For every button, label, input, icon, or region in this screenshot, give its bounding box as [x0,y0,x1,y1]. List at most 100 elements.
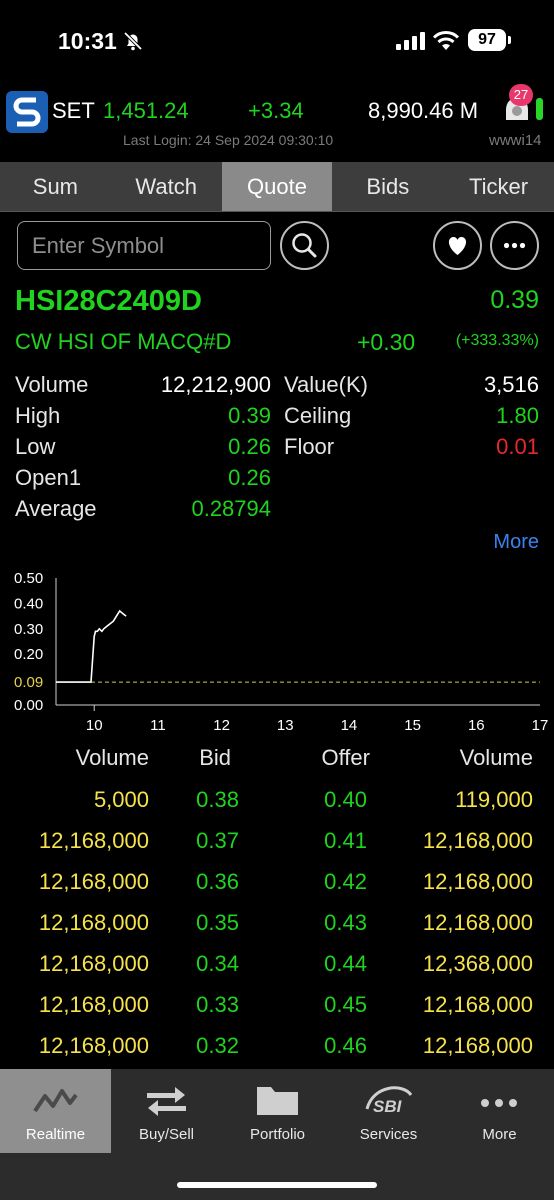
sbi-logo-icon: SBI [365,1086,413,1116]
chart-x-tick-label: 10 [86,717,103,734]
bid-volume-cell: 5,000 [93,787,149,812]
search-button[interactable] [280,221,329,270]
bid-volume-cell: 12,168,000 [38,951,149,976]
low-value: 0.26 [228,434,271,459]
bid-volume-cell: 12,168,000 [38,828,149,853]
nav-more[interactable]: More [444,1069,554,1153]
offer-price-cell: 0.45 [324,992,367,1017]
heart-icon [448,236,467,255]
open1-label: Open1 [15,465,82,490]
bid-price-cell: 0.34 [196,951,239,976]
low-label: Low [15,434,56,459]
connection-status-indicator [536,98,543,120]
nav-portfolio[interactable]: Portfolio [222,1069,333,1153]
value-amount: 3,516 [483,372,539,397]
offer-volume-cell: 12,168,000 [422,910,533,935]
offer-volume-cell: 119,000 [455,787,533,812]
nav-realtime[interactable]: Realtime [0,1069,111,1153]
more-options-button[interactable] [490,221,539,270]
offer-price-cell: 0.40 [324,787,367,812]
status-time: 10:31 [58,28,117,54]
bids-row[interactable]: 12,168,000 0.34 0.44 12,368,000 [0,943,554,983]
chart-x-tick-label: 11 [150,717,166,734]
bids-row[interactable]: 12,168,000 0.37 0.41 12,168,000 [0,820,554,860]
chart-price-line [56,609,127,683]
chart-y-tick-label: 0.30 [14,621,43,638]
chart-x-tick-label: 13 [277,717,294,734]
notification-badge: 27 [509,84,533,106]
chart-y-tick-label: 0.00 [14,697,43,714]
tab-ticker[interactable]: Ticker [443,162,554,211]
bid-volume-header: Volume [75,745,149,770]
home-indicator [177,1182,377,1188]
symbol-name: CW HSI OF MACQ#D [15,329,232,354]
bid-price-cell: 0.33 [196,992,239,1017]
tab-bids[interactable]: Bids [332,162,443,211]
set-logo-icon[interactable] [6,91,48,133]
bid-price-cell: 0.37 [196,828,239,853]
last-login: Last Login: 24 Sep 2024 09:30:10 [123,132,334,148]
offer-price-cell: 0.43 [324,910,367,935]
offer-price-cell: 0.44 [324,951,367,976]
nav-services-label: Services [359,1126,418,1143]
offer-volume-header: Volume [459,745,533,770]
chart-y-tick-label: 0.20 [14,646,43,663]
chart-y-tick-label: 0.09 [14,674,43,691]
floor-label: Floor [284,434,335,459]
bid-price-cell: 0.35 [196,910,239,935]
chart-x-tick-label: 16 [468,717,485,734]
tab-bar: Sum Watch Quote Bids Ticker [0,162,554,212]
index-value: 1,451.24 [103,98,189,123]
open1-value: 0.26 [228,465,271,490]
bids-row[interactable]: 12,168,000 0.35 0.43 12,168,000 [0,902,554,942]
high-label: High [15,403,61,428]
value-label: Value(K) [284,372,368,397]
bids-row[interactable]: 12,168,000 0.32 0.46 12,168,000 [0,1025,554,1065]
bell-off-icon [123,31,143,51]
realtime-chart-icon [33,1089,78,1113]
ceiling-value: 1.80 [496,403,539,428]
bids-table-header: Volume Bid Offer Volume [0,745,554,777]
bid-volume-cell: 12,168,000 [38,910,149,935]
nav-portfolio-label: Portfolio [249,1126,306,1143]
volume-value: 12,212,900 [160,372,271,397]
bid-volume-cell: 12,168,000 [38,1033,149,1058]
offer-volume-cell: 12,368,000 [422,951,533,976]
symbol-search-input[interactable] [17,221,271,270]
average-value: 0.28794 [191,496,271,521]
bids-row[interactable]: 12,168,000 0.33 0.45 12,168,000 [0,984,554,1024]
nav-services[interactable]: SBI Services [333,1069,444,1153]
offer-price-cell: 0.46 [324,1033,367,1058]
bid-price-cell: 0.32 [196,1033,239,1058]
bids-row[interactable]: 5,000 0.38 0.40 119,000 [0,779,554,819]
floor-value: 0.01 [496,434,539,459]
search-icon [292,233,317,258]
nav-buy-sell-label: Buy/Sell [138,1126,195,1143]
nav-realtime-label: Realtime [25,1126,86,1143]
last-price: 0.39 [490,286,539,314]
tab-sum[interactable]: Sum [0,162,111,211]
signal-icon [396,32,425,50]
tab-quote[interactable]: Quote [221,162,333,211]
bids-row[interactable]: 12,168,000 0.36 0.42 12,168,000 [0,861,554,901]
chart-y-tick-label: 0.40 [14,595,43,612]
more-link[interactable]: More [493,531,539,554]
bid-volume-cell: 12,168,000 [38,869,149,894]
nav-buy-sell[interactable]: Buy/Sell [111,1069,222,1153]
average-label: Average [15,496,97,521]
tab-watch[interactable]: Watch [111,162,222,211]
chart-x-tick-label: 14 [341,717,358,734]
index-name: SET [52,98,95,123]
bid-header: Bid [199,745,231,770]
username: wwwi14 [489,132,542,149]
high-value: 0.39 [228,403,271,428]
battery-icon: 97 [468,29,506,51]
offer-price-cell: 0.42 [324,869,367,894]
chart-y-tick-label: 0.50 [14,570,43,587]
favorite-button[interactable] [433,221,482,270]
buy-sell-arrows-icon [147,1087,186,1116]
status-bar: 10:31 97 [0,0,554,84]
offer-header: Offer [321,745,370,770]
wifi-icon [432,31,460,50]
bid-price-cell: 0.38 [196,787,239,812]
